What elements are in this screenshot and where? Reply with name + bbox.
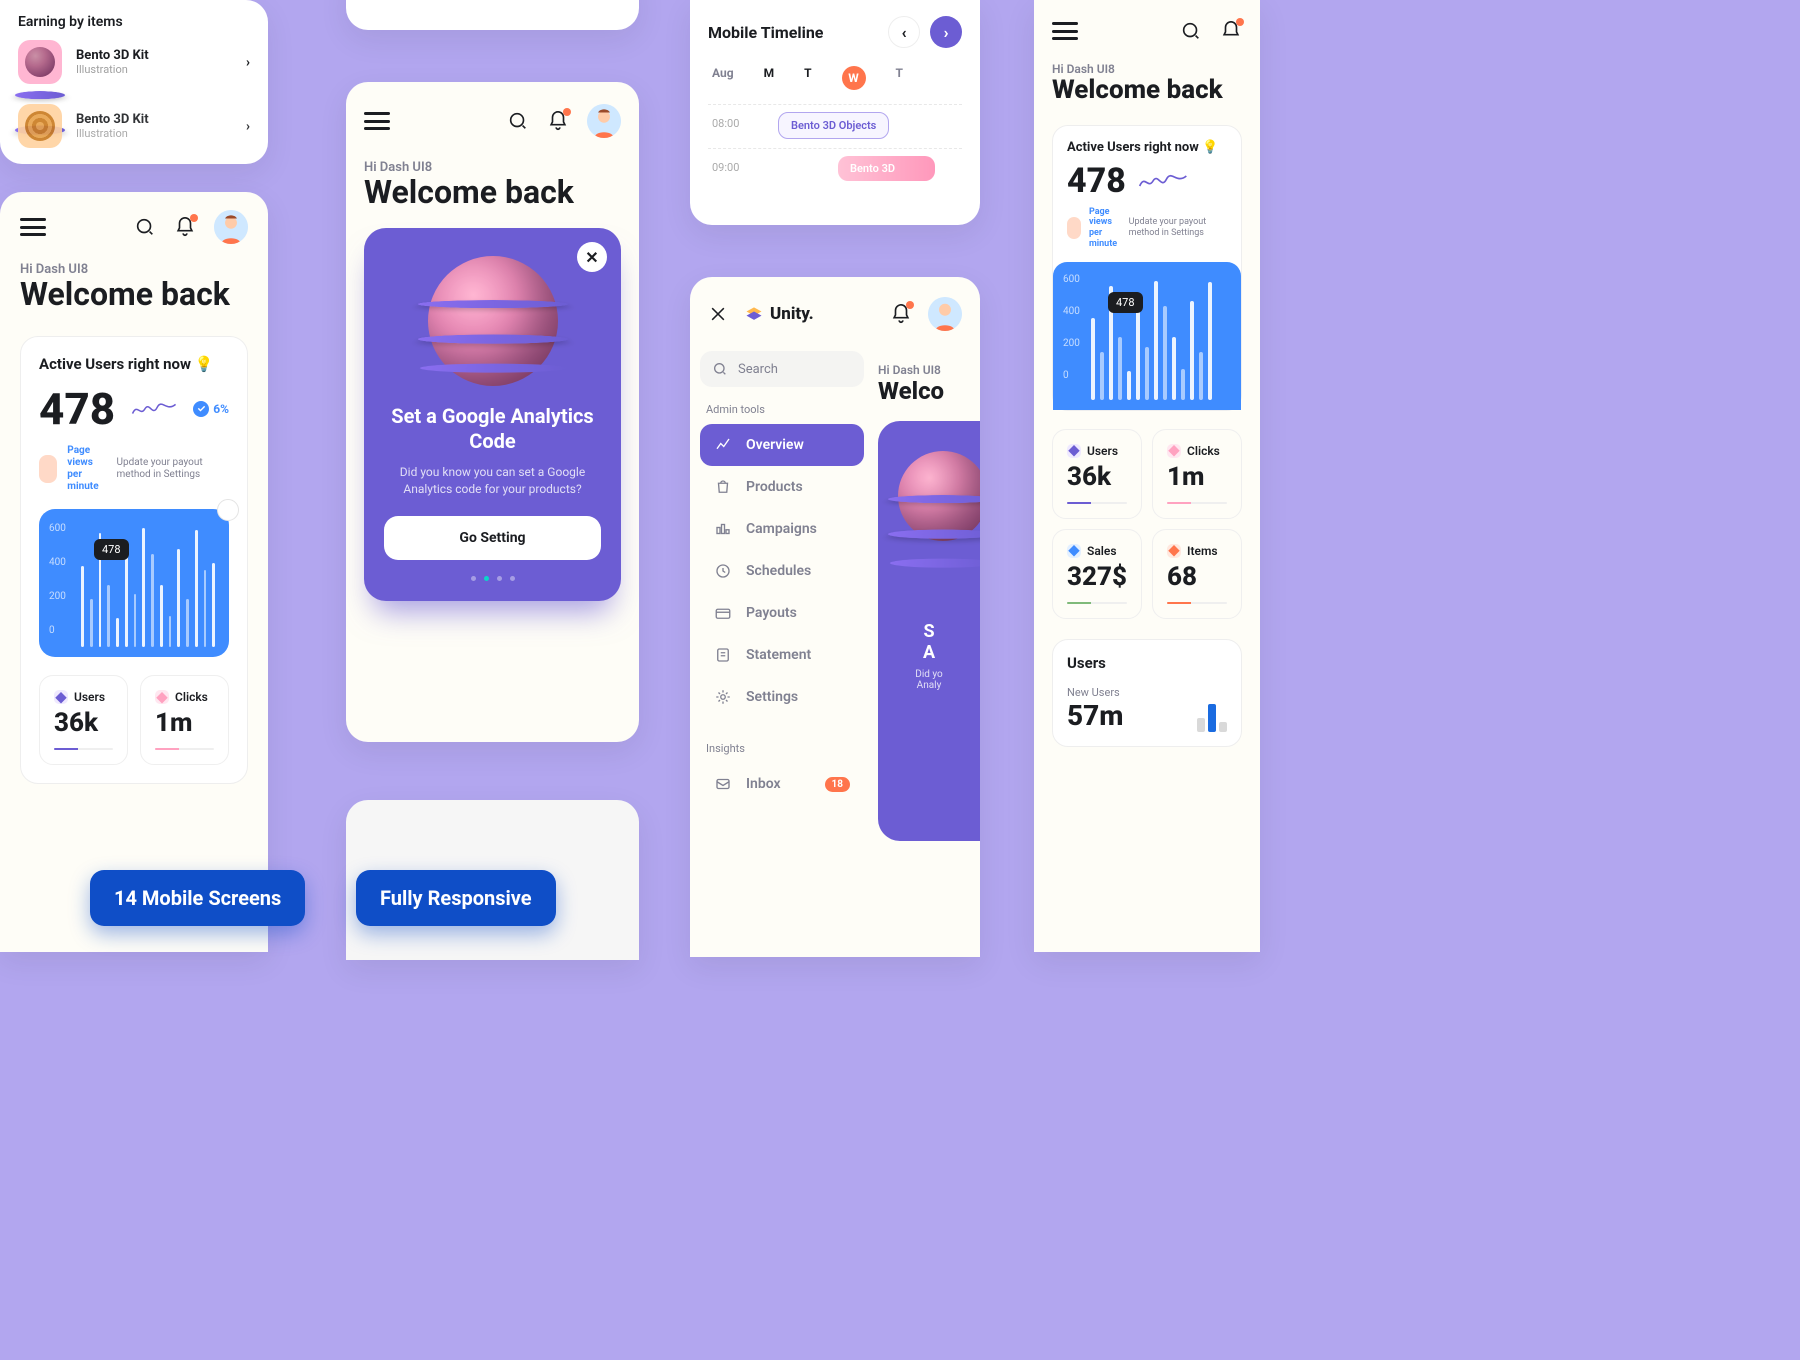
nav-statement[interactable]: Statement — [700, 634, 864, 676]
stat-sales[interactable]: ◆Sales327$ — [1052, 529, 1142, 619]
search-icon[interactable] — [1180, 20, 1202, 42]
stat-users[interactable]: ◆Users36k — [1052, 429, 1142, 519]
menu-icon[interactable] — [20, 218, 46, 236]
earning-item[interactable]: Bento 3D Kit Illustration › — [18, 30, 250, 94]
stat-clicks[interactable]: ◆Clicks 1m — [140, 675, 229, 765]
right-dashboard: Hi Dash UI8 Welcome back Active Users ri… — [1034, 0, 1260, 952]
stat-users[interactable]: ◆Users 36k — [39, 675, 128, 765]
go-setting-button[interactable]: Go Setting — [384, 516, 601, 560]
left-dashboard: Hi Dash UI8 Welcome back Active Users ri… — [0, 192, 268, 952]
item-thumb — [18, 40, 62, 84]
sparkline — [131, 399, 177, 419]
chart-tooltip: 478 — [94, 539, 129, 560]
earning-card: Earning by items Bento 3D Kit Illustrati… — [0, 0, 268, 164]
avatar[interactable] — [928, 297, 962, 331]
timeline-card: Mobile Timeline ‹ › Aug M T W T 08:00 09… — [690, 0, 980, 225]
brand: Unity. — [744, 304, 814, 324]
au-count: 478 — [39, 383, 115, 435]
views-label: Page views per minute — [67, 445, 106, 493]
stat-clicks[interactable]: ◆Clicks1m — [1152, 429, 1242, 519]
nav-products[interactable]: Products — [700, 466, 864, 508]
day-w[interactable]: W — [842, 66, 866, 90]
hero-title: Set a Google Analytics Code — [384, 404, 601, 454]
search-placeholder: Search — [738, 362, 778, 377]
bell-icon[interactable] — [174, 216, 196, 238]
center-screen: Hi Dash UI8 Welcome back ✕ Set a Google … — [346, 82, 639, 742]
avatar[interactable] — [214, 210, 248, 244]
stat-items[interactable]: ◆Items68 — [1152, 529, 1242, 619]
right-active-users: Active Users right now 💡 478 Page views … — [1052, 125, 1242, 411]
avatar[interactable] — [587, 104, 621, 138]
pager-dots[interactable] — [384, 576, 601, 581]
day-th[interactable]: T — [896, 66, 903, 90]
prev-button[interactable]: ‹ — [888, 16, 920, 48]
earning-item[interactable]: Bento 3D Kit Illustration › — [18, 94, 250, 158]
nav-group: Admin tools — [706, 403, 858, 416]
peek-card — [346, 0, 639, 30]
chip-screens: 14 Mobile Screens — [90, 870, 305, 926]
nav-schedules[interactable]: Schedules — [700, 550, 864, 592]
earning-heading: Earning by items — [18, 14, 250, 30]
item-thumb — [18, 104, 62, 148]
nav-campaigns[interactable]: Campaigns — [700, 508, 864, 550]
page-title: Welcome back — [364, 175, 621, 210]
inbox-count: 18 — [825, 777, 850, 792]
bell-icon[interactable] — [1220, 20, 1242, 42]
views-icon — [39, 455, 57, 483]
timeline-event[interactable]: Bento 3D Objects — [778, 112, 889, 139]
menu-icon[interactable] — [364, 112, 390, 130]
chevron-right-icon[interactable]: › — [246, 119, 250, 134]
day-t[interactable]: T — [804, 66, 811, 90]
hero-illustration — [428, 256, 558, 386]
payout-hint: Update your payout method in Settings — [117, 457, 230, 481]
day-m[interactable]: M — [764, 66, 775, 90]
close-icon[interactable] — [708, 303, 728, 325]
chip-responsive: Fully Responsive — [356, 870, 556, 926]
search-field[interactable]: Search — [700, 351, 864, 387]
timeline-event[interactable]: Bento 3D — [838, 156, 935, 181]
menu-icon[interactable] — [1052, 22, 1078, 40]
search-icon[interactable] — [507, 110, 529, 132]
au-heading: Active Users right now — [39, 355, 191, 373]
nav-group: Insights — [706, 742, 858, 755]
close-icon[interactable]: ✕ — [217, 499, 239, 521]
next-button[interactable]: › — [930, 16, 962, 48]
chevron-right-icon[interactable]: › — [246, 55, 250, 70]
timeline-title: Mobile Timeline — [708, 23, 823, 42]
peek-title: Welco — [878, 377, 980, 405]
search-icon[interactable] — [134, 216, 156, 238]
views-chart: ✕ 600 400 200 0 478 — [39, 509, 229, 657]
close-icon[interactable]: ✕ — [577, 242, 607, 272]
nav-payouts[interactable]: Payouts — [700, 592, 864, 634]
bell-icon[interactable] — [890, 303, 912, 325]
page-title: Welcome back — [20, 277, 248, 312]
item-name: Bento 3D Kit — [76, 112, 149, 127]
month-label: Aug — [712, 66, 734, 90]
search-icon — [712, 361, 728, 377]
active-users-card: Active Users right now 💡 478 ✓ 6% Page v… — [20, 336, 248, 784]
nav-overview[interactable]: Overview — [700, 424, 864, 466]
trend-badge: ✓ 6% — [193, 401, 229, 417]
users-card: Users New Users 57m — [1052, 639, 1242, 747]
nav-inbox[interactable]: Inbox18 — [700, 763, 864, 805]
sidebar-screen: Unity. Search Admin tools Overview Produ… — [690, 277, 980, 957]
nav-settings[interactable]: Settings — [700, 676, 864, 718]
item-name: Bento 3D Kit — [76, 48, 149, 63]
bell-icon[interactable] — [547, 110, 569, 132]
item-sub: Illustration — [76, 63, 149, 76]
mini-bars — [1197, 704, 1227, 732]
item-sub: Illustration — [76, 127, 149, 140]
logo-icon — [744, 304, 764, 324]
hero-desc: Did you know you can set a Google Analyt… — [384, 464, 601, 498]
hero-card: ✕ Set a Google Analytics Code Did you kn… — [364, 228, 621, 601]
